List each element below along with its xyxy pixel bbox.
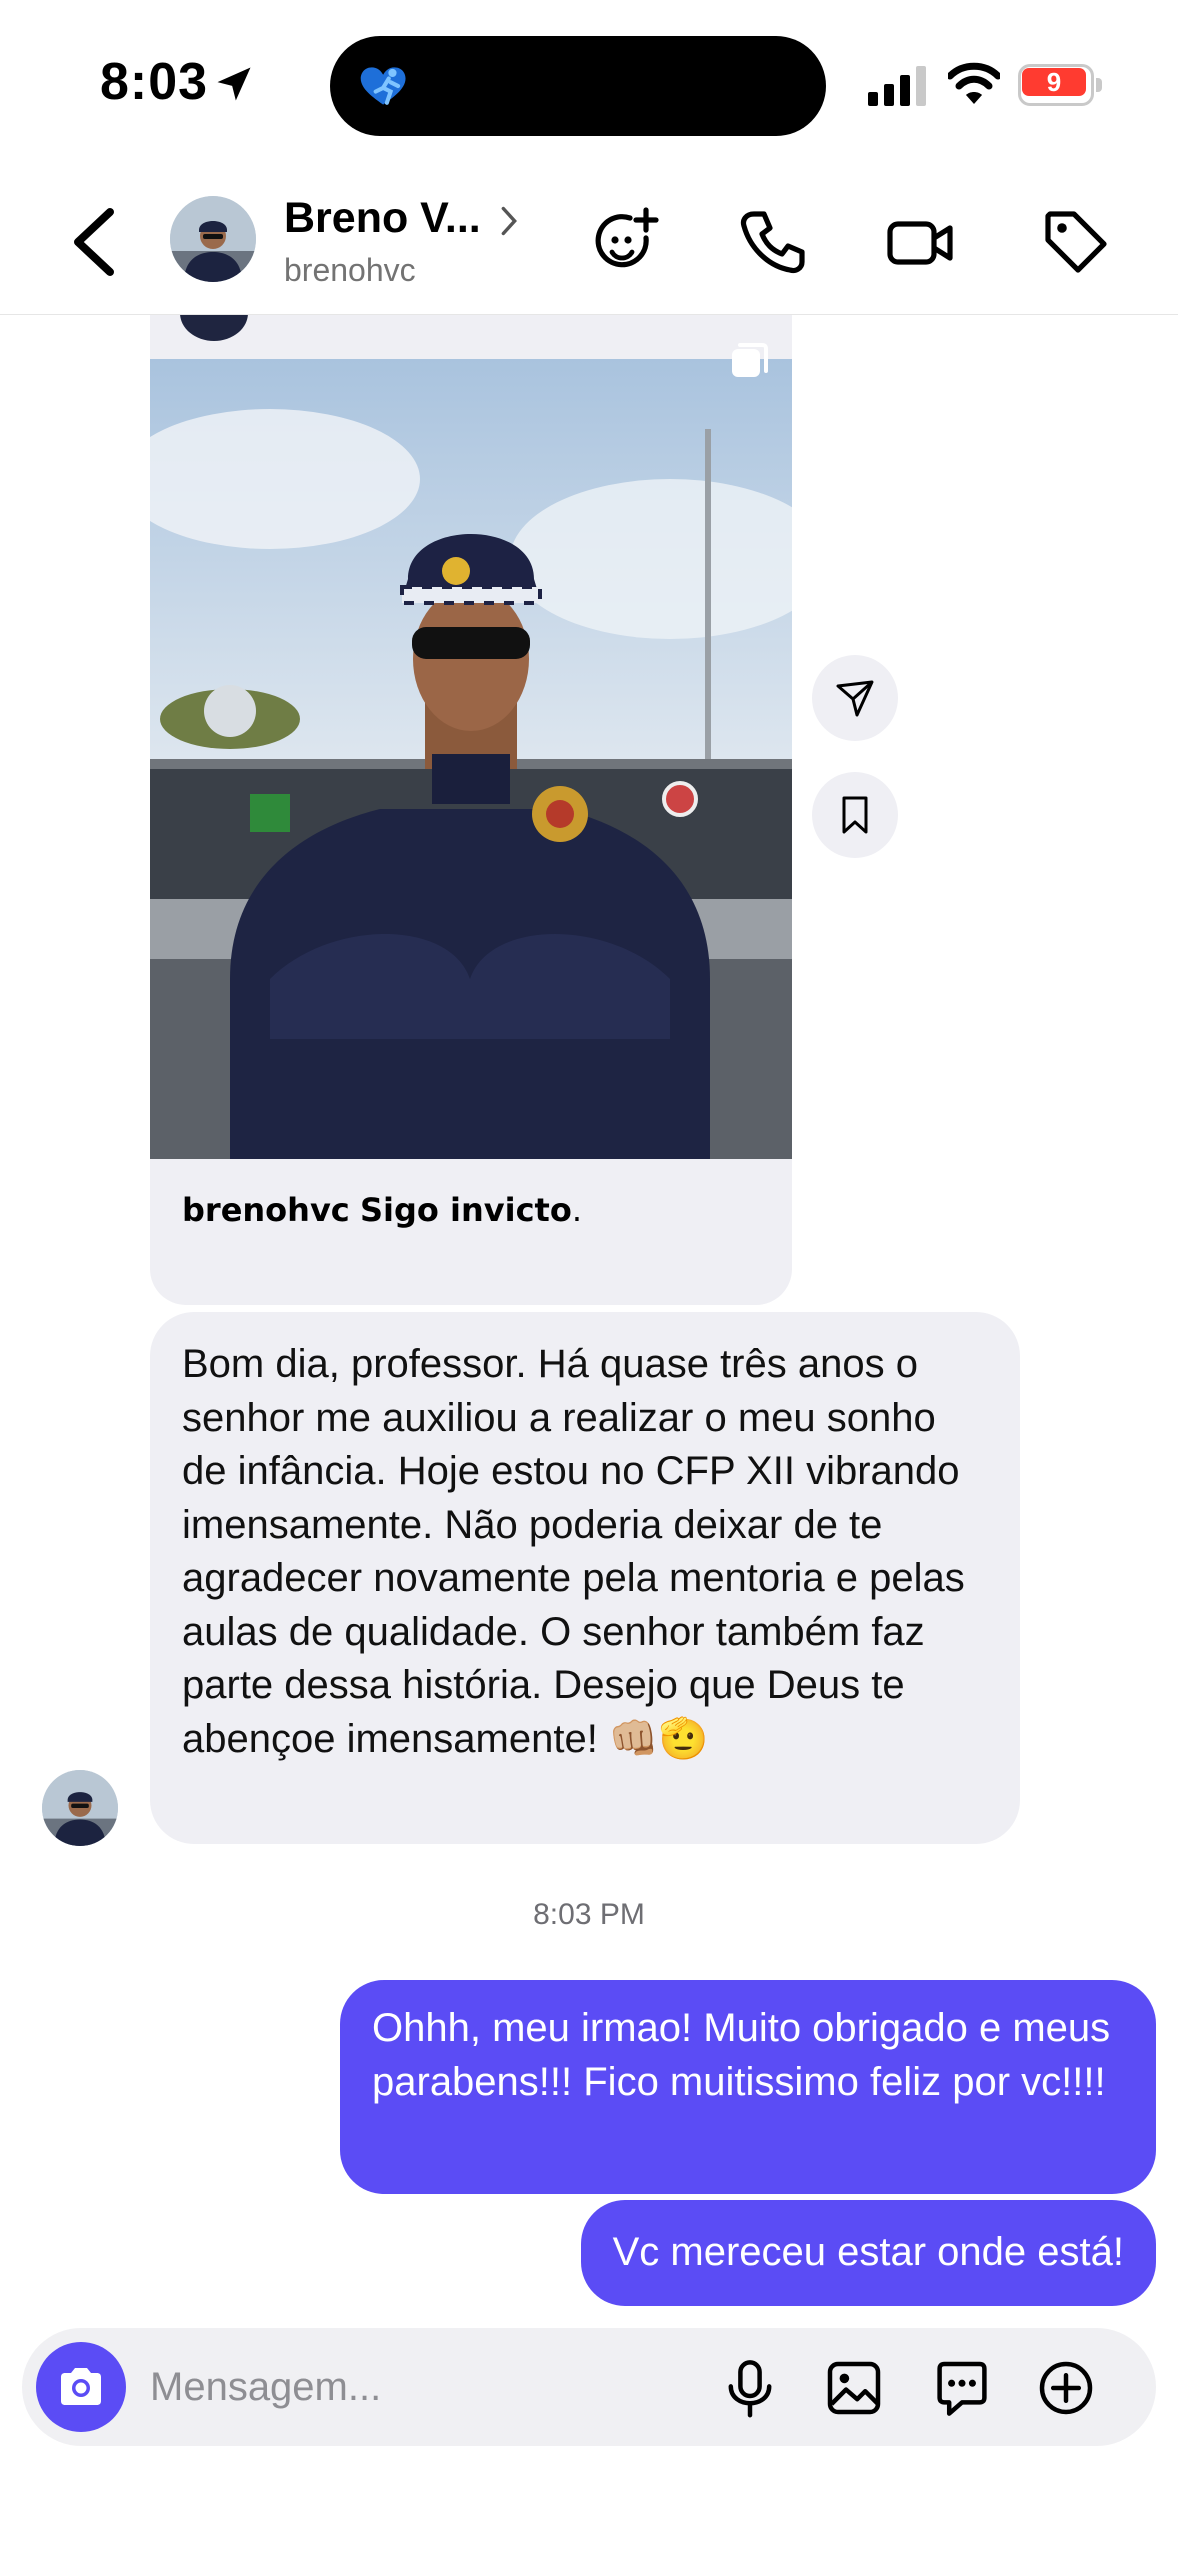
post-author-avatar	[180, 315, 248, 341]
multiple-media-icon	[732, 343, 768, 377]
location-arrow-icon	[217, 67, 251, 101]
wifi-icon	[948, 62, 1000, 104]
video-camera-icon[interactable]	[884, 206, 956, 278]
bookmark-button[interactable]	[812, 772, 898, 858]
shared-post[interactable]: brenohvc Sigo invicto.	[150, 315, 792, 1305]
chat-options-icon[interactable]	[930, 2356, 994, 2420]
gallery-icon[interactable]	[822, 2356, 886, 2420]
cellular-signal-icon	[868, 66, 926, 106]
caption-username: brenohvc	[182, 1191, 350, 1229]
chevron-right-icon[interactable]	[496, 204, 522, 238]
message-timestamp: 8:03 PM	[533, 1898, 645, 1931]
add-circle-icon[interactable]	[1034, 2356, 1098, 2420]
sticker-add-icon[interactable]	[590, 206, 662, 278]
incoming-message[interactable]: Bom dia, professor. Há quase três anos o…	[150, 1312, 1020, 1844]
sender-avatar[interactable]	[42, 1770, 118, 1846]
dynamic-island[interactable]	[330, 36, 826, 136]
microphone-icon[interactable]	[718, 2356, 782, 2420]
message-composer	[22, 2328, 1156, 2446]
camera-icon	[61, 2368, 101, 2405]
back-chevron-icon[interactable]	[66, 206, 126, 278]
status-time: 8:03	[100, 53, 209, 111]
chat-header: Breno V... brenohvc	[0, 170, 1178, 315]
contact-name[interactable]: Breno V...	[284, 194, 481, 243]
post-image[interactable]	[150, 359, 792, 1159]
bookmark-icon	[842, 796, 868, 834]
phone-icon[interactable]	[736, 206, 808, 278]
share-send-icon	[836, 680, 874, 717]
camera-button[interactable]	[36, 2342, 126, 2432]
outgoing-message[interactable]: Ohhh, meu irmao! Muito obrigado e meus p…	[340, 1980, 1156, 2194]
post-caption: brenohvc Sigo invicto.	[182, 1191, 582, 1229]
caption-end: .	[571, 1191, 582, 1229]
contact-username: brenohvc	[284, 252, 416, 288]
tag-icon[interactable]	[1040, 206, 1112, 278]
share-send-button[interactable]	[812, 655, 898, 741]
battery-low-icon: 9	[1018, 64, 1102, 106]
contact-avatar[interactable]	[170, 196, 256, 282]
battery-level: 9	[1046, 67, 1062, 97]
message-input[interactable]	[150, 2358, 710, 2416]
caption-text: Sigo invicto	[359, 1191, 572, 1229]
outgoing-message[interactable]: Vc mereceu estar onde está!	[580, 2200, 1156, 2306]
status-bar: 8:03 9	[0, 0, 1178, 170]
fitness-activity-icon	[360, 67, 406, 105]
